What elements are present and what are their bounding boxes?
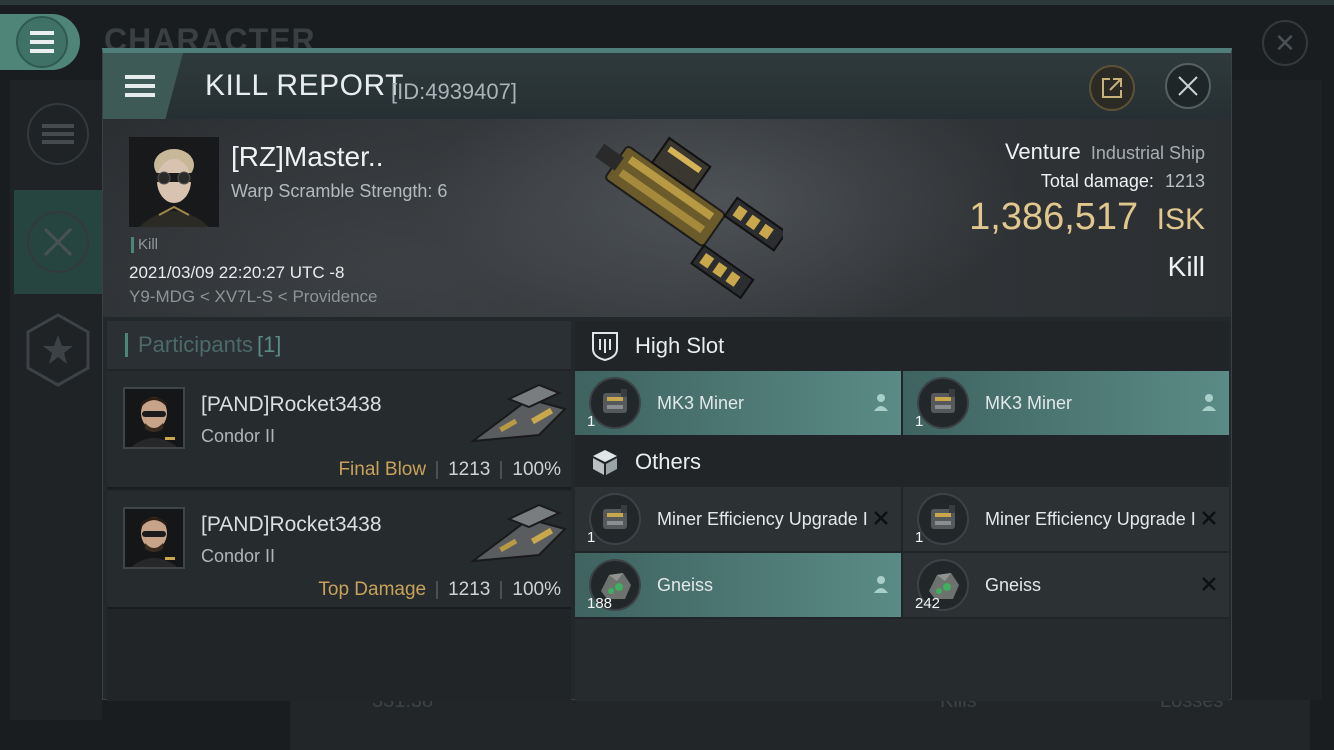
item-name: Gneiss — [657, 575, 714, 595]
item-name: Miner Efficiency Upgrade I — [985, 509, 1196, 529]
high-slot-icon — [592, 332, 618, 361]
participants-panel: Participants [1] [PAND]Rocket3438 Condor … — [107, 321, 571, 701]
item-name: Miner Efficiency Upgrade I — [657, 509, 868, 529]
share-icon — [1102, 78, 1122, 98]
participant-row[interactable]: [PAND]Rocket3438 Condor II Final Blow 12… — [107, 371, 571, 489]
modal-menu-button[interactable] — [103, 53, 183, 119]
background-close-icon[interactable]: ✕ — [1262, 20, 1308, 66]
item-quantity: 1 — [915, 529, 924, 546]
background-right-panel — [1232, 80, 1322, 700]
cargo-box-icon — [593, 450, 617, 475]
item-name: Gneiss — [985, 575, 1042, 595]
kill-report-modal: KILL REPORT [ID:4939407] [RZ]Master.. Wa… — [102, 48, 1232, 701]
background-combat-icon[interactable] — [14, 190, 102, 294]
participant-avatar[interactable] — [123, 387, 185, 449]
kill-datetime: 2021/03/09 22:20:27 UTC -8 — [129, 263, 345, 282]
fitting-item[interactable]: 242 Gneiss — [903, 553, 1229, 617]
close-button[interactable] — [1165, 63, 1211, 109]
total-damage-value: 1213 — [1164, 171, 1205, 191]
participant-name[interactable]: [PAND]Rocket3438 — [201, 513, 382, 537]
participant-role: Top Damage — [318, 579, 427, 600]
destroyed-x-icon — [1199, 573, 1219, 595]
dropped-person-icon — [1199, 391, 1219, 413]
fitting-item[interactable]: 1 MK3 Miner — [575, 371, 901, 435]
participant-ship-image — [469, 503, 567, 563]
modal-header: KILL REPORT [ID:4939407] — [103, 53, 1231, 119]
participant-row[interactable]: [PAND]Rocket3438 Condor II Top Damage 12… — [107, 491, 571, 609]
fitting-empty-area — [575, 619, 1229, 701]
participants-header: Participants [1] — [107, 321, 571, 369]
warp-scramble-strength: Warp Scramble Strength: 6 — [231, 181, 448, 201]
isk-unit: ISK — [1156, 203, 1205, 236]
item-quantity: 1 — [915, 413, 924, 430]
victim-summary: [RZ]Master.. Warp Scramble Strength: 6 K… — [103, 119, 1231, 317]
others-header: Others — [575, 437, 1229, 487]
fitting-item[interactable]: 1 MK3 Miner — [903, 371, 1229, 435]
kill-location[interactable]: Y9-MDG < XV7L-S < Providence — [129, 287, 378, 307]
participant-ship-image — [469, 383, 567, 443]
participant-avatar[interactable] — [123, 507, 185, 569]
participant-ship: Condor II — [201, 426, 276, 446]
high-slot-label: High Slot — [635, 333, 725, 358]
miner-module-icon — [917, 377, 969, 429]
high-slot-header: High Slot — [575, 321, 1229, 371]
victim-ship-name[interactable]: Venture — [1005, 139, 1081, 164]
fitting-panel: High Slot 1 MK3 Miner 1 MK3 Miner Others… — [575, 321, 1229, 701]
destroyed-x-icon — [1199, 507, 1219, 529]
hamburger-icon — [125, 75, 155, 97]
item-quantity: 1 — [587, 529, 596, 546]
dropped-person-icon — [871, 573, 891, 595]
hamburger-icon — [30, 31, 54, 53]
participants-count: [1] — [256, 332, 282, 357]
others-label: Others — [635, 449, 702, 474]
item-quantity: 188 — [587, 595, 613, 612]
item-quantity: 242 — [915, 595, 941, 612]
victim-ship-info: Venture Industrial Ship Total damage: 12… — [969, 139, 1205, 283]
victim-ship-class: Industrial Ship — [1090, 143, 1205, 163]
participant-damage: 1213 — [448, 579, 491, 600]
background-stats-bar — [290, 700, 1310, 750]
participants-title: Participants — [138, 332, 253, 357]
participant-stats: Top Damage 1213 100% — [318, 579, 561, 601]
participant-ship: Condor II — [201, 546, 276, 566]
participant-damage: 1213 — [448, 459, 491, 480]
kill-report-id: [ID:4939407] — [391, 79, 517, 104]
item-name: MK3 Miner — [657, 393, 745, 413]
isk-value: 1,386,517 — [969, 196, 1139, 238]
participant-name[interactable]: [PAND]Rocket3438 — [201, 393, 382, 417]
miner-module-icon — [589, 377, 641, 429]
fitting-item[interactable]: 1 Miner Efficiency Upgrade I — [575, 487, 901, 551]
share-button[interactable] — [1089, 65, 1135, 111]
item-quantity: 1 — [587, 413, 596, 430]
victim-ship-image — [595, 136, 783, 300]
close-icon — [1178, 76, 1198, 96]
total-damage-label: Total damage: — [1040, 171, 1154, 191]
main-menu-button[interactable] — [0, 14, 80, 70]
kill-tag: Kill — [131, 237, 158, 253]
dropped-person-icon — [871, 391, 891, 413]
participant-percent: 100% — [512, 579, 561, 600]
modal-title: KILL REPORT — [205, 69, 404, 102]
victim-name[interactable]: [RZ]Master.. — [231, 141, 383, 173]
upgrade-module-icon — [917, 493, 969, 545]
fitting-item[interactable]: 188 Gneiss — [575, 553, 901, 617]
fitting-item[interactable]: 1 Miner Efficiency Upgrade I — [903, 487, 1229, 551]
upgrade-module-icon — [589, 493, 641, 545]
background-star-icon[interactable] — [14, 298, 102, 402]
participant-percent: 100% — [512, 459, 561, 480]
background-menu-icon[interactable] — [14, 82, 102, 186]
victim-portrait[interactable] — [129, 137, 219, 227]
top-edge-bar — [0, 0, 1334, 5]
participant-role: Final Blow — [338, 459, 427, 480]
item-name: MK3 Miner — [985, 393, 1073, 413]
result-label: Kill — [1167, 251, 1205, 282]
destroyed-x-icon — [871, 507, 891, 529]
participant-stats: Final Blow 1213 100% — [338, 459, 561, 481]
